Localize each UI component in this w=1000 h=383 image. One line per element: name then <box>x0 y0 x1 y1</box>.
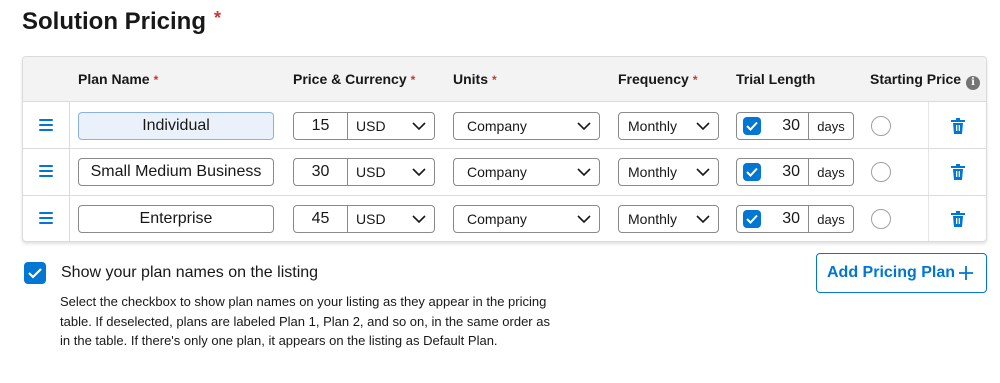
header-frequency: Frequency * <box>618 71 698 87</box>
trial-enabled-checkbox[interactable] <box>743 117 761 135</box>
header-starting-price: Starting Price i <box>870 71 981 90</box>
header-trial-length: Trial Length <box>736 71 816 87</box>
header-plan-name: Plan Name * <box>78 71 159 87</box>
units-select[interactable]: Company <box>453 205 600 233</box>
currency-select[interactable]: USD <box>348 206 434 232</box>
drag-handle-icon[interactable] <box>39 119 53 131</box>
header-units: Units * <box>453 71 497 87</box>
trial-length-value: 30 <box>782 163 800 180</box>
chevron-down-icon <box>577 122 591 131</box>
trial-enabled-checkbox[interactable] <box>743 210 761 228</box>
chevron-down-icon <box>696 122 710 131</box>
checkmark-icon <box>746 121 758 131</box>
starting-price-radio[interactable] <box>871 209 891 229</box>
price-currency-group: 30 USD <box>293 158 435 186</box>
chevron-down-icon <box>412 215 426 224</box>
plan-row: Individual 15 USD Company Monthly 30 day… <box>23 103 986 149</box>
currency-value: USD <box>356 211 386 227</box>
show-plan-names-label: Show your plan names on the listing <box>61 264 319 281</box>
units-value: Company <box>467 211 527 227</box>
units-value: Company <box>467 164 527 180</box>
chevron-down-icon <box>696 215 710 224</box>
units-select[interactable]: Company <box>453 158 600 186</box>
table-header: Plan Name * Price & Currency * Units * Freq… <box>23 57 986 102</box>
frequency-select[interactable]: Monthly <box>618 112 719 140</box>
frequency-select[interactable]: Monthly <box>618 205 719 233</box>
info-icon[interactable]: i <box>966 76 981 90</box>
add-pricing-plan-button[interactable]: Add Pricing Plan <box>816 253 987 293</box>
section-title-text: Solution Pricing <box>22 8 206 35</box>
trial-unit-label: days <box>817 164 845 180</box>
trial-enabled-checkbox[interactable] <box>743 163 761 181</box>
show-plan-names-checkbox[interactable] <box>24 262 46 284</box>
section-title: Solution Pricing * <box>22 8 221 36</box>
drag-handle-icon[interactable] <box>39 165 53 177</box>
plus-icon <box>959 266 973 280</box>
plan-row: Enterprise 45 USD Company Monthly 30 day… <box>23 196 986 241</box>
frequency-value: Monthly <box>628 164 678 180</box>
trash-icon[interactable] <box>951 211 965 227</box>
checkmark-icon <box>746 167 758 177</box>
plan-name-input[interactable]: Individual <box>78 112 274 140</box>
add-pricing-plan-label: Add Pricing Plan <box>827 264 956 281</box>
units-select[interactable]: Company <box>453 112 600 140</box>
trial-length-group: 30 days <box>736 112 854 140</box>
starting-price-radio[interactable] <box>871 162 891 182</box>
units-value: Company <box>467 118 527 134</box>
price-input[interactable]: 15 <box>294 113 348 139</box>
currency-select[interactable]: USD <box>348 159 434 185</box>
checkmark-icon <box>746 214 758 224</box>
price-currency-group: 45 USD <box>293 205 435 233</box>
plan-name-input[interactable]: Enterprise <box>78 205 274 233</box>
frequency-select[interactable]: Monthly <box>618 158 719 186</box>
trial-length-group: 30 days <box>736 205 854 233</box>
trial-length-input[interactable]: 30 <box>737 206 809 232</box>
chevron-down-icon <box>412 122 426 131</box>
chevron-down-icon <box>696 168 710 177</box>
price-currency-group: 15 USD <box>293 112 435 140</box>
frequency-value: Monthly <box>628 118 678 134</box>
trial-unit-label: days <box>817 118 845 134</box>
trash-icon[interactable] <box>951 118 965 134</box>
price-input[interactable]: 45 <box>294 206 348 232</box>
currency-select[interactable]: USD <box>348 113 434 139</box>
trial-length-value: 30 <box>782 117 800 134</box>
trial-length-value: 30 <box>782 210 800 227</box>
trash-icon[interactable] <box>951 164 965 180</box>
starting-price-radio[interactable] <box>871 116 891 136</box>
checkmark-icon <box>28 268 42 279</box>
trial-length-group: 30 days <box>736 158 854 186</box>
currency-value: USD <box>356 164 386 180</box>
pricing-table: Plan Name * Price & Currency * Units * Freq… <box>22 56 987 242</box>
trial-length-input[interactable]: 30 <box>737 159 809 185</box>
trial-unit-label: days <box>817 211 845 227</box>
chevron-down-icon <box>577 168 591 177</box>
plan-name-input[interactable]: Small Medium Business <box>78 158 274 186</box>
chevron-down-icon <box>412 168 426 177</box>
frequency-value: Monthly <box>628 211 678 227</box>
required-asterisk: * <box>214 8 222 28</box>
plan-row: Small Medium Business 30 USD Company Mon… <box>23 149 986 195</box>
drag-handle-icon[interactable] <box>39 212 53 224</box>
trial-length-input[interactable]: 30 <box>737 113 809 139</box>
show-plan-names-help-text: Select the checkbox to show plan names o… <box>60 294 550 348</box>
currency-value: USD <box>356 118 386 134</box>
price-input[interactable]: 30 <box>294 159 348 185</box>
chevron-down-icon <box>577 215 591 224</box>
header-price-currency: Price & Currency * <box>293 71 416 87</box>
